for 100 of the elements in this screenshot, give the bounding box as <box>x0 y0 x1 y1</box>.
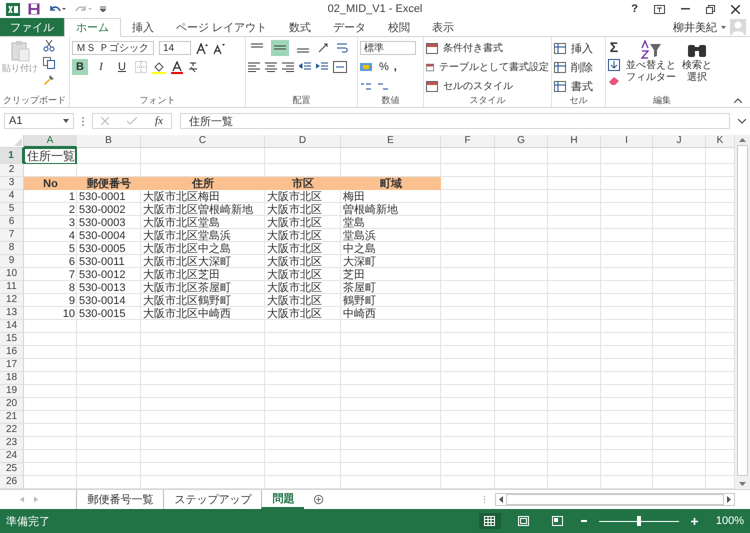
row-header[interactable]: 19 <box>0 385 24 398</box>
decrease-indent-icon[interactable] <box>299 62 311 72</box>
percent-button[interactable]: % <box>379 61 389 73</box>
ribbon-tab[interactable]: ページ レイアウト <box>165 18 278 36</box>
help-button[interactable]: ? <box>631 3 638 15</box>
cell-menu-button[interactable]: 挿入 <box>571 40 593 56</box>
fill-color-icon[interactable] <box>152 60 166 74</box>
row-header[interactable]: 11 <box>0 281 24 294</box>
column-header[interactable]: A <box>24 135 77 148</box>
row-header[interactable]: 5 <box>0 203 24 216</box>
font-color-icon[interactable] <box>171 60 183 74</box>
insert-function-button[interactable]: fx <box>155 115 163 127</box>
vertical-align-button[interactable] <box>271 40 289 56</box>
ribbon-tab[interactable]: ホーム <box>64 18 121 37</box>
cell-menu-button[interactable]: 削除 <box>571 60 593 74</box>
file-tab[interactable]: ファイル <box>0 18 64 36</box>
font-style-button[interactable]: I <box>93 59 109 75</box>
brush-icon[interactable] <box>43 74 55 86</box>
row-header[interactable]: 20 <box>0 398 24 411</box>
row-header[interactable]: 23 <box>0 437 24 450</box>
scroll-down-icon[interactable] <box>739 482 746 486</box>
grow-font-icon[interactable] <box>196 42 208 54</box>
row-header[interactable]: 7 <box>0 229 24 242</box>
font-style-button[interactable]: U <box>114 59 130 75</box>
phonetic-icon[interactable] <box>188 61 198 73</box>
expand-icon[interactable] <box>738 118 746 124</box>
style-menu-button[interactable]: 条件付き書式 <box>443 41 503 55</box>
add-sheet-icon[interactable] <box>314 494 324 505</box>
column-header[interactable]: C <box>141 135 265 148</box>
scroll-left-icon[interactable] <box>499 496 504 503</box>
row-header[interactable]: 12 <box>0 294 24 307</box>
row-header[interactable]: 4 <box>0 190 24 203</box>
number-format-field[interactable]: 標準 <box>360 41 416 55</box>
row-header[interactable]: 17 <box>0 359 24 372</box>
column-header[interactable]: J <box>653 135 706 148</box>
scissors-icon[interactable] <box>43 40 55 52</box>
row-header[interactable]: 2 <box>0 164 24 177</box>
ribbon-tab[interactable]: 校閲 <box>377 18 422 36</box>
user-name[interactable]: 柳井美紀 <box>673 20 717 34</box>
column-header[interactable]: I <box>601 135 653 148</box>
increase-decimal-icon[interactable] <box>360 82 372 90</box>
zoom-slider[interactable] <box>598 516 679 526</box>
row-header[interactable]: 6 <box>0 216 24 229</box>
sheet-tab[interactable]: 問題 <box>261 490 304 509</box>
row-header[interactable]: 13 <box>0 307 24 320</box>
align-right-icon[interactable] <box>282 62 294 72</box>
row-header[interactable]: 8 <box>0 242 24 255</box>
row-header[interactable]: 1 <box>0 148 24 164</box>
caret-icon[interactable] <box>721 26 726 28</box>
copy-icon[interactable] <box>43 57 55 69</box>
collapse-ribbon-icon[interactable] <box>734 98 742 103</box>
normal-view-button[interactable] <box>478 513 501 529</box>
name-box[interactable]: A1 <box>4 113 74 129</box>
undo-icon[interactable] <box>48 4 66 14</box>
minimize-icon[interactable] <box>681 8 690 10</box>
eraser-icon[interactable] <box>608 76 620 86</box>
cell-menu-button[interactable]: 書式 <box>571 78 593 94</box>
ribbon-display-icon[interactable] <box>654 4 665 14</box>
row-header[interactable]: 3 <box>0 177 24 190</box>
row-header[interactable]: 18 <box>0 372 24 385</box>
zoom-in-icon[interactable] <box>690 518 698 524</box>
font-size-field[interactable]: 14 <box>159 41 191 55</box>
increase-indent-icon[interactable] <box>316 62 328 72</box>
column-header[interactable]: B <box>77 135 141 148</box>
style-menu-button[interactable]: テーブルとして書式設定 <box>439 60 549 74</box>
style-menu-button[interactable]: セルのスタイル <box>443 79 513 93</box>
row-header[interactable]: 22 <box>0 424 24 437</box>
column-header[interactable]: G <box>495 135 548 148</box>
font-style-button[interactable]: B <box>72 59 88 75</box>
scroll-right-icon[interactable] <box>727 496 731 503</box>
row-header[interactable]: 21 <box>0 411 24 424</box>
decrease-decimal-icon[interactable] <box>377 82 389 90</box>
ribbon-tab[interactable]: 数式 <box>278 18 322 36</box>
horizontal-scrollbar[interactable] <box>495 493 735 506</box>
currency-icon[interactable] <box>360 62 374 72</box>
align-left-icon[interactable] <box>248 62 260 72</box>
row-header[interactable]: 25 <box>0 463 24 476</box>
comma-button[interactable]: , <box>394 61 397 73</box>
row-header[interactable]: 15 <box>0 333 24 346</box>
find-select-button[interactable]: 検索と 選択 <box>682 40 712 84</box>
wrap-text-icon[interactable] <box>336 42 350 54</box>
vertical-scrollbar[interactable] <box>735 135 750 489</box>
column-header[interactable]: E <box>341 135 441 148</box>
autosum-button[interactable]: Σ <box>610 40 618 54</box>
column-header[interactable]: F <box>441 135 495 148</box>
formula-input[interactable]: 住所一覧 <box>180 113 730 129</box>
align-center-icon[interactable] <box>265 62 277 72</box>
restore-icon[interactable] <box>706 4 715 14</box>
ribbon-tab[interactable]: 挿入 <box>121 18 165 36</box>
row-header[interactable]: 9 <box>0 255 24 268</box>
ribbon-tab[interactable]: 表示 <box>421 18 466 36</box>
column-header[interactable]: D <box>265 135 341 148</box>
row-header[interactable]: 16 <box>0 346 24 359</box>
row-header[interactable]: 14 <box>0 320 24 333</box>
scroll-up-icon[interactable] <box>739 138 746 142</box>
close-icon[interactable] <box>731 4 740 14</box>
column-header[interactable]: H <box>548 135 601 148</box>
check-icon[interactable] <box>127 117 137 125</box>
ribbon-tab[interactable]: データ <box>322 18 378 36</box>
save-icon[interactable] <box>28 3 40 15</box>
